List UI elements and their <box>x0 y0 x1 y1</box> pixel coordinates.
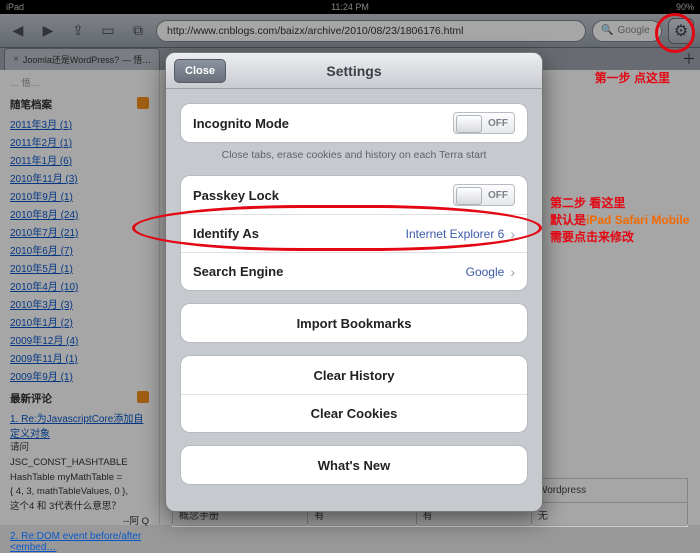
settings-group-clear: Clear History Clear Cookies <box>180 355 528 433</box>
row-identify-as[interactable]: Identify As Internet Explorer 6 › <box>181 214 527 252</box>
row-label: Passkey Lock <box>193 188 453 203</box>
row-whats-new[interactable]: What's New <box>181 446 527 484</box>
comment-link[interactable]: 2. Re:DOM event before/after <embed… <box>10 531 149 553</box>
modal-title: Settings <box>326 63 381 79</box>
incognito-hint: Close tabs, erase cookies and history on… <box>180 143 528 163</box>
settings-modal: Close Settings Incognito Mode OFF Close … <box>165 52 543 512</box>
row-passkey-lock[interactable]: Passkey Lock OFF <box>181 176 527 214</box>
chevron-right-icon: › <box>510 226 515 242</box>
chevron-right-icon: › <box>510 264 515 280</box>
search-engine-value: Google <box>466 265 505 279</box>
modal-header: Close Settings <box>166 53 542 89</box>
settings-group-incognito: Incognito Mode OFF <box>180 103 528 143</box>
row-label: Incognito Mode <box>193 116 453 131</box>
row-label: Search Engine <box>193 264 466 279</box>
incognito-toggle[interactable]: OFF <box>453 112 515 134</box>
row-import-bookmarks[interactable]: Import Bookmarks <box>181 304 527 342</box>
row-clear-cookies[interactable]: Clear Cookies <box>181 394 527 432</box>
row-search-engine[interactable]: Search Engine Google › <box>181 252 527 290</box>
passkey-toggle[interactable]: OFF <box>453 184 515 206</box>
row-clear-history[interactable]: Clear History <box>181 356 527 394</box>
settings-group-main: Passkey Lock OFF Identify As Internet Ex… <box>180 175 528 291</box>
close-button[interactable]: Close <box>174 59 226 83</box>
row-incognito-mode[interactable]: Incognito Mode OFF <box>181 104 527 142</box>
identify-value: Internet Explorer 6 <box>406 227 505 241</box>
row-label: Identify As <box>193 226 406 241</box>
